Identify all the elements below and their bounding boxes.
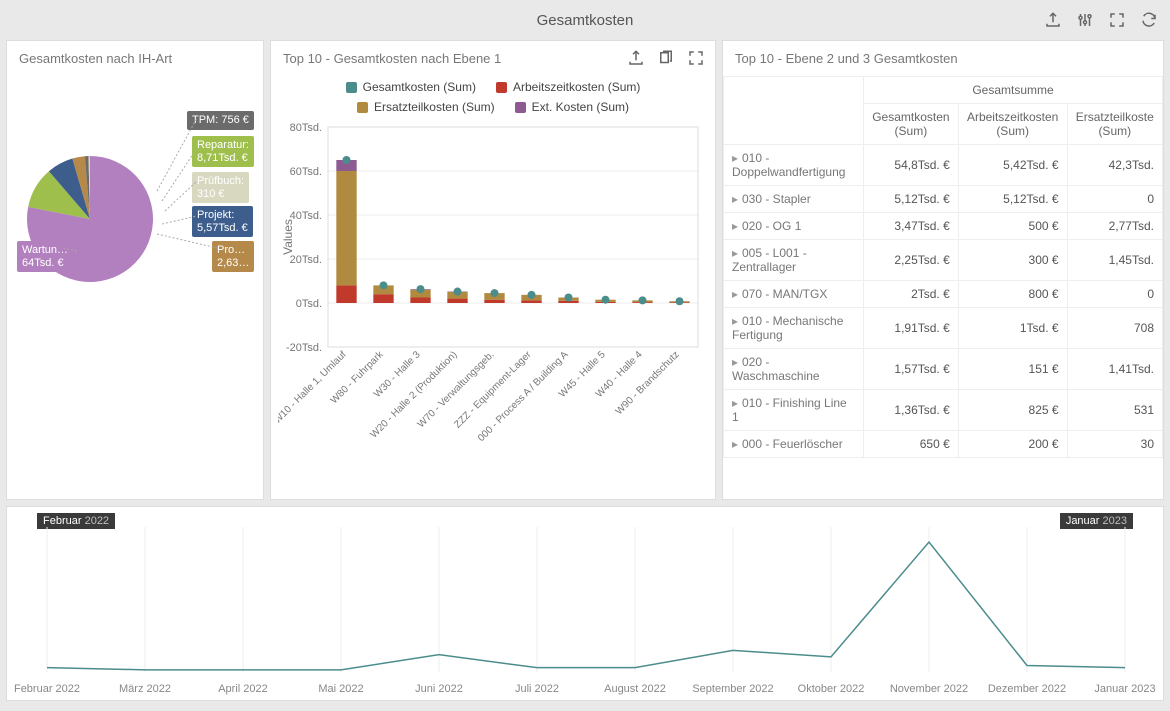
svg-text:März 2022: März 2022 bbox=[119, 683, 171, 695]
timeline-panel[interactable]: Februar 2022 Januar 2023 Februar 2022 Mär… bbox=[6, 506, 1164, 701]
svg-text:Mai 2022: Mai 2022 bbox=[318, 683, 363, 695]
svg-text:November 2022: November 2022 bbox=[890, 683, 968, 695]
svg-text:September 2022: September 2022 bbox=[692, 683, 773, 695]
svg-text:60Tsd.: 60Tsd. bbox=[290, 166, 322, 178]
table-header[interactable]: Gesamtkosten (Sum) bbox=[864, 104, 959, 145]
table-panel: Top 10 - Ebene 2 und 3 Gesamtkosten Gesa… bbox=[722, 40, 1164, 500]
bar-chart[interactable]: -20Tsd.0Tsd.20Tsd.40Tsd.60Tsd.80Tsd.Valu… bbox=[278, 122, 708, 452]
table-title: Top 10 - Ebene 2 und 3 Gesamtkosten bbox=[723, 41, 1163, 76]
svg-text:80Tsd.: 80Tsd. bbox=[290, 122, 322, 134]
table-row[interactable]: ▸010 - Doppelwandfertigung54,8Tsd. €5,42… bbox=[724, 145, 1163, 186]
legend-item[interactable]: Arbeitszeitkosten (Sum) bbox=[496, 80, 640, 94]
pie-chart[interactable]: TPM: 756 €Reparatur:8,71Tsd. €Prüfbuch:3… bbox=[7, 76, 263, 456]
bar-panel: Top 10 - Gesamtkosten nach Ebene 1 Gesam… bbox=[270, 40, 716, 500]
table-superheader: Gesamtsumme bbox=[864, 77, 1163, 104]
table-row[interactable]: ▸010 - Finishing Line 11,36Tsd. €825 €53… bbox=[724, 390, 1163, 431]
svg-text:-20Tsd.: -20Tsd. bbox=[286, 342, 322, 354]
svg-text:Dezember 2022: Dezember 2022 bbox=[988, 683, 1066, 695]
svg-text:Juli 2022: Juli 2022 bbox=[515, 683, 559, 695]
svg-text:April 2022: April 2022 bbox=[218, 683, 268, 695]
svg-text:Values: Values bbox=[281, 219, 295, 255]
refresh-icon[interactable] bbox=[1140, 11, 1158, 29]
settings-icon[interactable] bbox=[1076, 11, 1094, 29]
legend-item[interactable]: Ersatzteilkosten (Sum) bbox=[357, 100, 495, 114]
table-header[interactable]: Arbeitszeitkosten (Sum) bbox=[958, 104, 1067, 145]
legend: Gesamtkosten (Sum) Arbeitszeitkosten (Sum… bbox=[271, 76, 715, 122]
legend-item[interactable]: Ext. Kosten (Sum) bbox=[515, 100, 629, 114]
pie-title: Gesamtkosten nach IH-Art bbox=[7, 41, 263, 76]
svg-text:Februar 2022: Februar 2022 bbox=[14, 683, 80, 695]
table-row[interactable]: ▸020 - OG 13,47Tsd. €500 €2,77Tsd. bbox=[724, 213, 1163, 240]
export-icon[interactable] bbox=[1044, 11, 1062, 29]
top-bar: Gesamtkosten bbox=[0, 0, 1170, 40]
copy-icon[interactable] bbox=[657, 49, 675, 67]
toolbar bbox=[1044, 11, 1158, 29]
table-row[interactable]: ▸000 - Feuerlöscher650 €200 €30 bbox=[724, 431, 1163, 458]
table-header[interactable]: Ersatzteilkoste (Sum) bbox=[1067, 104, 1162, 145]
pie-panel: Gesamtkosten nach IH-Art TPM: 756 €Repar… bbox=[6, 40, 264, 500]
timeline-chart: Februar 2022 März 2022 April 2022 Mai 2022 J… bbox=[7, 527, 1165, 702]
svg-text:Januar 2023: Januar 2023 bbox=[1094, 683, 1155, 695]
svg-text:August 2022: August 2022 bbox=[604, 683, 666, 695]
table-row[interactable]: ▸030 - Stapler5,12Tsd. €5,12Tsd. €0 bbox=[724, 186, 1163, 213]
table-row[interactable]: ▸010 - Mechanische Fertigung1,91Tsd. €1T… bbox=[724, 308, 1163, 349]
page-title: Gesamtkosten bbox=[537, 12, 634, 29]
export-icon[interactable] bbox=[627, 49, 645, 67]
svg-text:Juni 2022: Juni 2022 bbox=[415, 683, 463, 695]
table-row[interactable]: ▸005 - L001 - Zentrallager2,25Tsd. €300 … bbox=[724, 240, 1163, 281]
svg-text:0Tsd.: 0Tsd. bbox=[296, 298, 322, 310]
svg-text:Oktober 2022: Oktober 2022 bbox=[798, 683, 865, 695]
svg-text:W90 - Brandschutz: W90 - Brandschutz bbox=[614, 349, 682, 417]
data-table[interactable]: GesamtsummeGesamtkosten (Sum)Arbeitszeit… bbox=[723, 76, 1163, 458]
fullscreen-icon[interactable] bbox=[1108, 11, 1126, 29]
table-row[interactable]: ▸070 - MAN/TGX2Tsd. €800 €0 bbox=[724, 281, 1163, 308]
legend-item[interactable]: Gesamtkosten (Sum) bbox=[346, 80, 476, 94]
table-row[interactable]: ▸020 - Waschmaschine1,57Tsd. €151 €1,41T… bbox=[724, 349, 1163, 390]
fullscreen-icon[interactable] bbox=[687, 49, 705, 67]
